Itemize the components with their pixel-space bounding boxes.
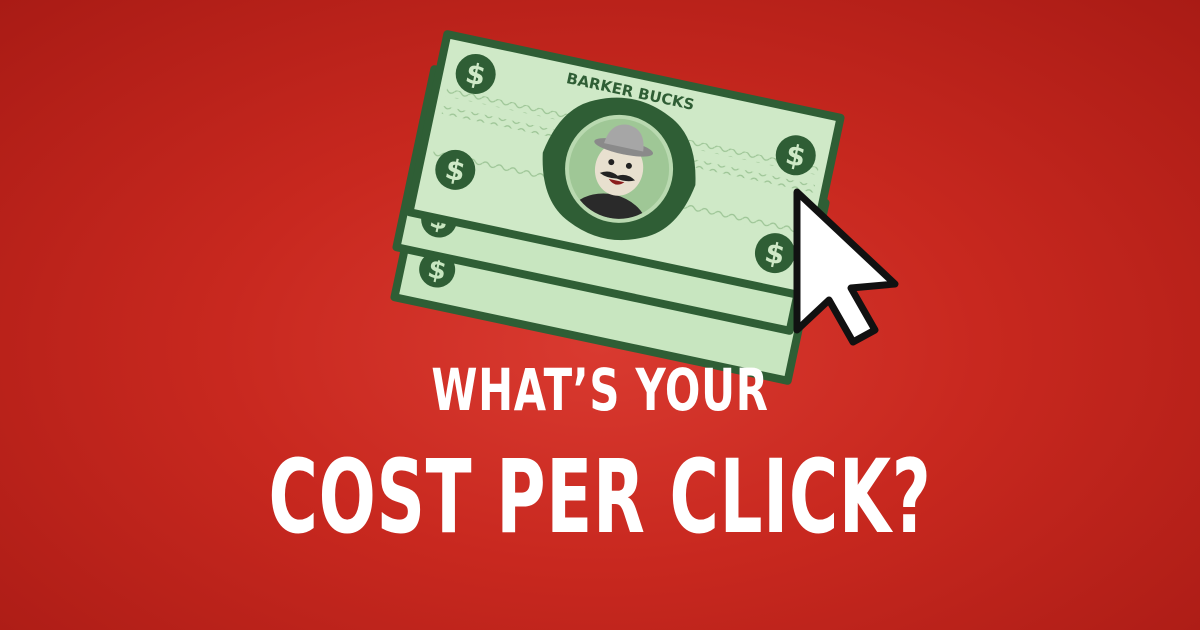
mouse-pointer-icon xyxy=(793,188,899,346)
headline-line-1: WHAT’S YOUR xyxy=(431,356,769,424)
headline-line-2: COST PER CLICK? xyxy=(268,438,932,557)
